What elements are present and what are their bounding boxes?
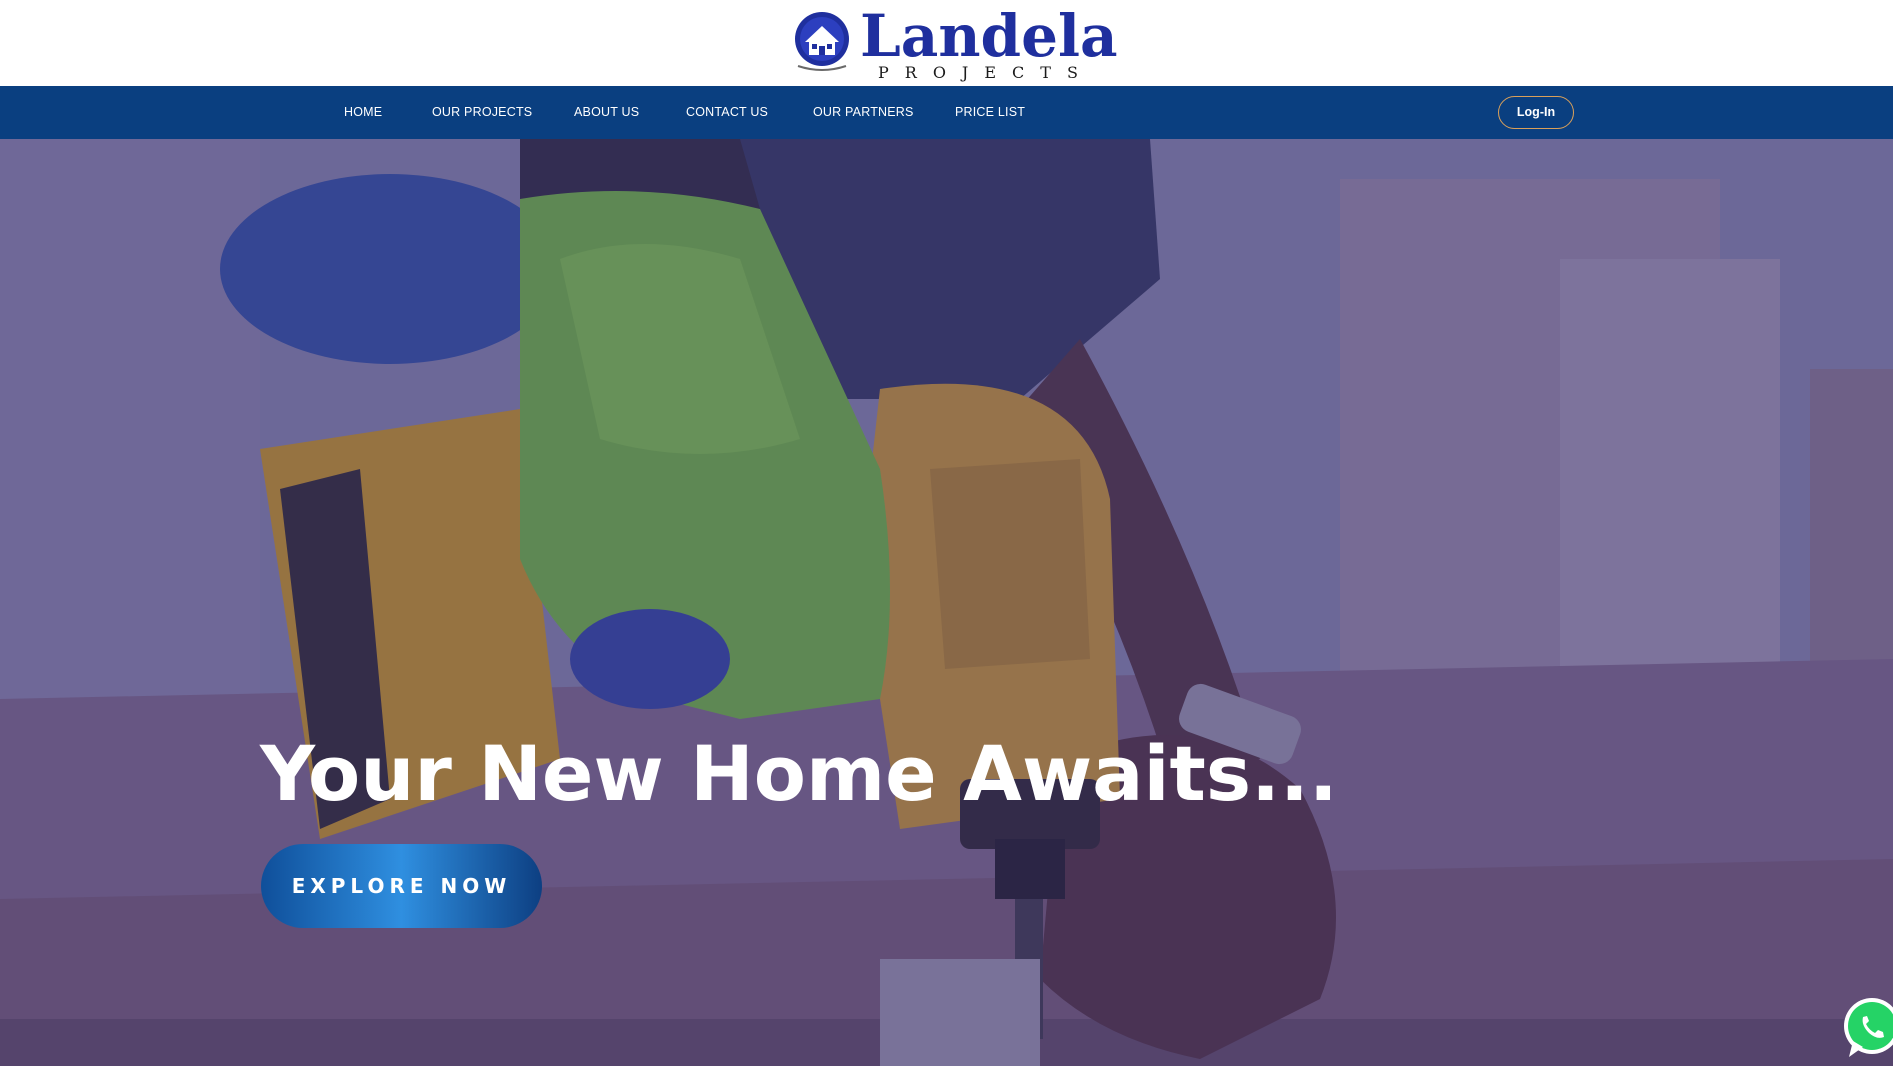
- nav-item-contact-us[interactable]: CONTACT US: [686, 86, 768, 139]
- nav-item-about-us[interactable]: ABOUT US: [574, 86, 639, 139]
- whatsapp-icon[interactable]: [1839, 995, 1893, 1061]
- nav-item-our-projects[interactable]: OUR PROJECTS: [432, 86, 532, 139]
- site-header: Landela PROJECTS: [0, 0, 1893, 86]
- nav-item-our-partners[interactable]: OUR PARTNERS: [813, 86, 914, 139]
- main-nav: HOME OUR PROJECTS ABOUT US CONTACT US OU…: [0, 86, 1893, 139]
- login-button[interactable]: Log-In: [1498, 96, 1574, 129]
- nav-item-price-list[interactable]: PRICE LIST: [955, 86, 1025, 139]
- brand-name: Landela: [860, 2, 1118, 70]
- hero-banner: Your New Home Awaits... EXPLORE NOW: [0, 139, 1893, 1066]
- hero-heading: Your New Home Awaits...: [260, 729, 1338, 818]
- brand-logo[interactable]: Landela PROJECTS: [792, 4, 1118, 82]
- hero-tint-overlay: [0, 139, 1893, 1066]
- nav-item-home[interactable]: HOME: [344, 86, 382, 139]
- brand-tagline: PROJECTS: [878, 63, 1094, 82]
- explore-now-button[interactable]: EXPLORE NOW: [261, 844, 542, 928]
- house-emblem-icon: [792, 8, 852, 74]
